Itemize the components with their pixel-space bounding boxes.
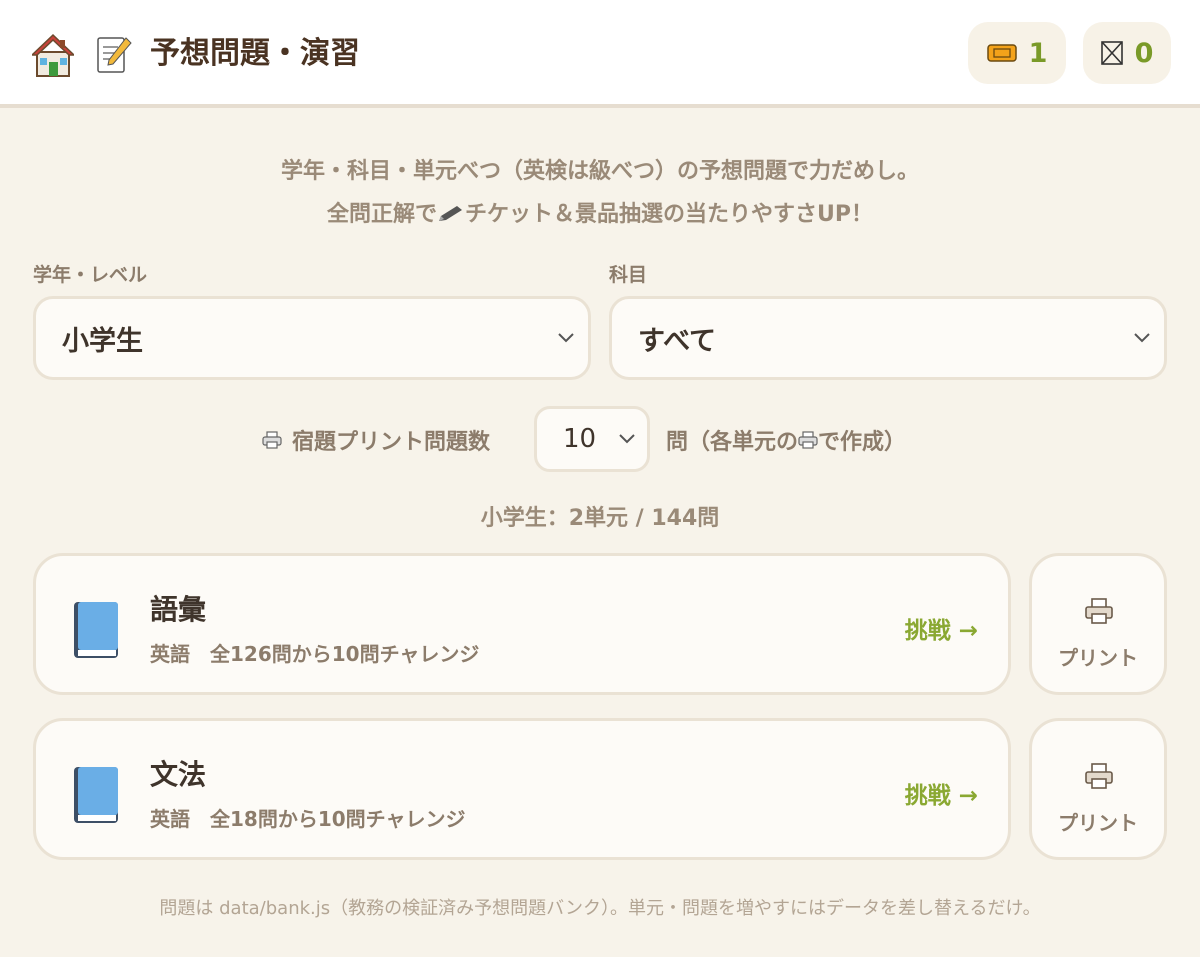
unit-subtitle: 英語 全18問から10問チャレンジ bbox=[150, 807, 466, 831]
subject-select-value: すべて bbox=[638, 325, 717, 357]
intro-line-2-start: 全問正解で bbox=[326, 202, 437, 227]
unit-title: 語彙 bbox=[150, 593, 207, 626]
unit-card-vocabulary[interactable]: 語彙 英語 全126問から10問チャレンジ 挑戦 → bbox=[33, 553, 1011, 695]
unit-subtitle: 英語 全126問から10問チャレンジ bbox=[150, 642, 480, 666]
print-count-label: 宿題プリント問題数 bbox=[262, 424, 490, 456]
ticket-count: 1 bbox=[1028, 37, 1048, 69]
ticket-icon bbox=[986, 44, 1017, 62]
subject-select[interactable]: すべて bbox=[609, 296, 1167, 380]
challenge-link[interactable]: 挑戦 → bbox=[905, 611, 978, 645]
subject-label: 科目 bbox=[609, 264, 648, 286]
unit-card-grammar[interactable]: 文法 英語 全18問から10問チャレンジ 挑戦 → bbox=[33, 718, 1011, 860]
cross-box-icon bbox=[1100, 41, 1123, 65]
grade-select[interactable]: 小学生 bbox=[33, 296, 591, 380]
printer-icon bbox=[1085, 763, 1113, 789]
miss-counter[interactable]: 0 bbox=[1083, 22, 1171, 84]
memo-icon bbox=[97, 37, 132, 73]
printer-icon bbox=[798, 431, 818, 449]
print-count-select[interactable]: 10 bbox=[534, 406, 650, 472]
ticket-counter[interactable]: 1 bbox=[968, 22, 1066, 84]
print-count-value: 10 bbox=[563, 424, 597, 454]
pencil-icon bbox=[439, 206, 462, 221]
page-title: 予想問題・演習 bbox=[150, 36, 360, 71]
grade-select-value: 小学生 bbox=[62, 325, 143, 357]
intro-text: 学年・科目・単元べつ（英検は級べつ）の予想問題で力だめし。 全問正解で チケット＆… bbox=[0, 150, 1200, 236]
print-suffix-end: で作成） bbox=[818, 430, 907, 455]
unit-summary: 小学生：2単元 / 144問 bbox=[480, 506, 720, 531]
book-icon bbox=[74, 767, 118, 823]
chevron-down-icon bbox=[1134, 333, 1150, 343]
chevron-down-icon bbox=[619, 434, 635, 444]
book-icon bbox=[74, 602, 118, 658]
printer-icon bbox=[1085, 598, 1113, 624]
print-button[interactable]: プリント bbox=[1029, 718, 1167, 860]
print-button-label: プリント bbox=[1058, 646, 1138, 670]
footer-note: 問題は data/bank.js（教務の検証済み予想問題バンク）。単元・問題を増… bbox=[159, 898, 1041, 919]
print-count-label-text: 宿題プリント問題数 bbox=[292, 430, 491, 455]
miss-count: 0 bbox=[1134, 37, 1154, 69]
grade-label: 学年・レベル bbox=[33, 264, 148, 286]
unit-title: 文法 bbox=[150, 758, 207, 791]
print-settings-row: 宿題プリント問題数 10 問（各単元の で作成） bbox=[0, 406, 1200, 472]
print-suffix-start: 問（各単元の bbox=[666, 430, 799, 455]
chevron-down-icon bbox=[558, 333, 574, 343]
print-button[interactable]: プリント bbox=[1029, 553, 1167, 695]
challenge-link[interactable]: 挑戦 → bbox=[905, 776, 978, 810]
house-icon[interactable] bbox=[32, 32, 74, 78]
print-count-suffix: 問（各単元の で作成） bbox=[666, 424, 906, 456]
intro-line-2-end: チケット＆景品抽選の当たりやすさUP！ bbox=[465, 202, 873, 227]
printer-icon bbox=[262, 431, 282, 449]
print-button-label: プリント bbox=[1058, 811, 1138, 835]
intro-line-1: 学年・科目・単元べつ（英検は級べつ）の予想問題で力だめし。 bbox=[280, 159, 919, 184]
app-header: 予想問題・演習 1 0 bbox=[0, 0, 1200, 108]
intro-line-2: 全問正解で チケット＆景品抽選の当たりやすさUP！ bbox=[0, 193, 1200, 236]
